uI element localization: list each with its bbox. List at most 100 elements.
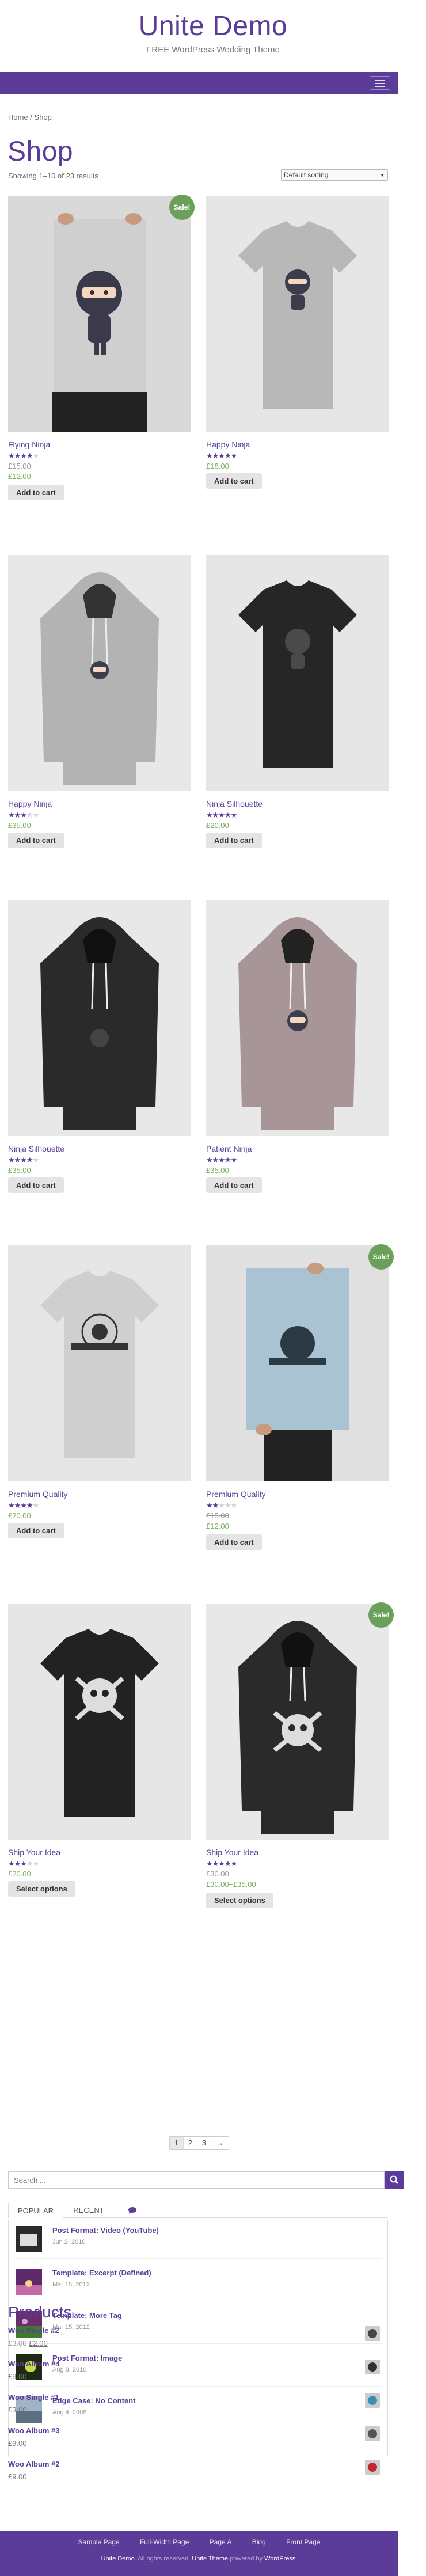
product-title[interactable]: Patient Ninja: [206, 1144, 252, 1153]
next-page-link[interactable]: →: [211, 2137, 229, 2149]
product-title[interactable]: Happy Ninja: [206, 440, 250, 449]
hoodie-image: [206, 900, 389, 1136]
add-to-cart-button[interactable]: Add to cart: [8, 1177, 64, 1193]
widget-title: Products: [8, 2303, 72, 2321]
sale-price: £2.00: [29, 2339, 48, 2347]
product-title[interactable]: Ninja Silhouette: [206, 799, 263, 808]
regular-price: £15.00: [8, 462, 31, 470]
product-title[interactable]: Flying Ninja: [8, 440, 50, 449]
post-date: Mar 15, 2012: [52, 2281, 90, 2288]
search-button[interactable]: [385, 2171, 404, 2189]
product-image[interactable]: [206, 1604, 389, 1840]
site-header: Unite Demo FREE WordPress Wedding Theme: [0, 0, 426, 72]
breadcrumb: Home / Shop: [8, 113, 52, 121]
sale-badge: Sale!: [169, 195, 195, 220]
star-rating: ★★★★★: [8, 451, 39, 460]
footer-link[interactable]: Page A: [210, 2538, 232, 2546]
list-item: Woo Single #1 £3.00: [8, 2393, 388, 2425]
add-to-cart-button[interactable]: Add to cart: [206, 833, 262, 848]
star-rating: ★★★★★: [8, 811, 39, 819]
product-title[interactable]: Ship Your Idea: [206, 1848, 258, 1857]
video-thumbnail-image: [16, 2226, 42, 2252]
product-title[interactable]: Woo Single #1: [8, 2393, 59, 2402]
post-thumbnail[interactable]: [16, 2226, 42, 2252]
product-thumbnail[interactable]: [365, 2326, 380, 2341]
regular-price: £3.00: [8, 2339, 27, 2347]
product-price: £15.00 £12.00: [8, 462, 31, 481]
navbar: [0, 72, 398, 94]
product-price: £20.00: [8, 1511, 31, 1520]
album-cover-image: [365, 2426, 380, 2441]
post-thumbnail[interactable]: [16, 2269, 42, 2295]
add-to-cart-button[interactable]: Add to cart: [8, 833, 64, 848]
product-image[interactable]: [206, 196, 389, 432]
footer-link[interactable]: Blog: [252, 2538, 266, 2546]
star-rating: ★★★★★: [206, 1501, 237, 1510]
product-price: £20.00: [8, 1870, 31, 1878]
list-item: Woo Album #4 £9.00: [8, 2360, 388, 2392]
star-rating: ★★★★★: [206, 811, 237, 819]
star-rating: ★★★★★: [8, 1501, 39, 1510]
copyright: Unite Demo. All rights reserved. Unite T…: [0, 2555, 398, 2562]
product-thumbnail[interactable]: [365, 2393, 380, 2408]
hoodie-image: [8, 555, 191, 791]
page-link[interactable]: 3: [197, 2137, 211, 2149]
select-options-button[interactable]: Select options: [8, 1881, 75, 1897]
search-input[interactable]: [8, 2171, 385, 2189]
product-image[interactable]: [8, 196, 191, 432]
tab-recent[interactable]: RECENT: [68, 2203, 109, 2218]
menu-toggle-button[interactable]: [370, 76, 390, 90]
post-title[interactable]: Post Format: Video (YouTube): [52, 2226, 159, 2235]
product-title[interactable]: Woo Single #2: [8, 2326, 59, 2335]
album-cover-image: [365, 2360, 380, 2374]
product-thumbnail[interactable]: [365, 2460, 380, 2475]
add-to-cart-button[interactable]: Add to cart: [8, 485, 64, 500]
product-price: £9.00: [8, 2439, 27, 2448]
product-title[interactable]: Woo Album #4: [8, 2360, 60, 2368]
product-title[interactable]: Woo Album #3: [8, 2426, 60, 2435]
tshirt-image: [206, 555, 389, 791]
product-image[interactable]: [206, 1245, 389, 1481]
product-title[interactable]: Woo Album #2: [8, 2460, 60, 2468]
breadcrumb-separator: /: [28, 113, 35, 121]
select-options-button[interactable]: Select options: [206, 1893, 273, 1908]
theme-link[interactable]: Unite Theme: [192, 2555, 228, 2562]
footer-link[interactable]: Sample Page: [78, 2538, 120, 2546]
product-image[interactable]: [206, 900, 389, 1136]
regular-price: £15.00: [206, 1511, 229, 1520]
site-footer: Sample Page Full-Width Page Page A Blog …: [0, 2531, 398, 2576]
album-cover-image: [365, 2393, 380, 2408]
footer-link[interactable]: Front Page: [286, 2538, 320, 2546]
add-to-cart-button[interactable]: Add to cart: [206, 1177, 262, 1193]
post-title[interactable]: Template: Excerpt (Defined): [52, 2269, 151, 2277]
product-thumbnail[interactable]: [365, 2360, 380, 2374]
product-price: £9.00: [8, 2372, 27, 2381]
footer-link[interactable]: Full-Width Page: [140, 2538, 189, 2546]
sort-select[interactable]: Default sorting ▼: [281, 169, 388, 181]
add-to-cart-button[interactable]: Add to cart: [206, 473, 262, 489]
sale-price: £12.00: [206, 1522, 229, 1530]
page-link[interactable]: 2: [184, 2137, 197, 2149]
sunset-thumbnail-image: [16, 2269, 42, 2295]
product-image[interactable]: [206, 555, 389, 791]
hamburger-icon: [375, 83, 385, 84]
product-image[interactable]: [8, 555, 191, 791]
product-title[interactable]: Happy Ninja: [8, 799, 52, 808]
product-image[interactable]: [8, 1245, 191, 1481]
add-to-cart-button[interactable]: Add to cart: [206, 1534, 262, 1550]
product-thumbnail[interactable]: [365, 2426, 380, 2441]
product-title[interactable]: Premium Quality: [8, 1490, 67, 1499]
product-price: £3.00 £2.00: [8, 2339, 48, 2347]
wordpress-link[interactable]: WordPress: [264, 2555, 295, 2562]
breadcrumb-home[interactable]: Home: [8, 113, 28, 121]
product-image[interactable]: [8, 1604, 191, 1840]
product-title[interactable]: Ninja Silhouette: [8, 1144, 64, 1153]
site-title[interactable]: Unite Demo: [0, 0, 426, 44]
product-image[interactable]: [8, 900, 191, 1136]
product-title[interactable]: Premium Quality: [206, 1490, 265, 1499]
tab-popular[interactable]: POPULAR: [8, 2203, 63, 2218]
tab-comments[interactable]: [121, 2203, 144, 2218]
add-to-cart-button[interactable]: Add to cart: [8, 1523, 64, 1538]
site-link[interactable]: Unite Demo: [101, 2555, 135, 2562]
product-title[interactable]: Ship Your Idea: [8, 1848, 60, 1857]
